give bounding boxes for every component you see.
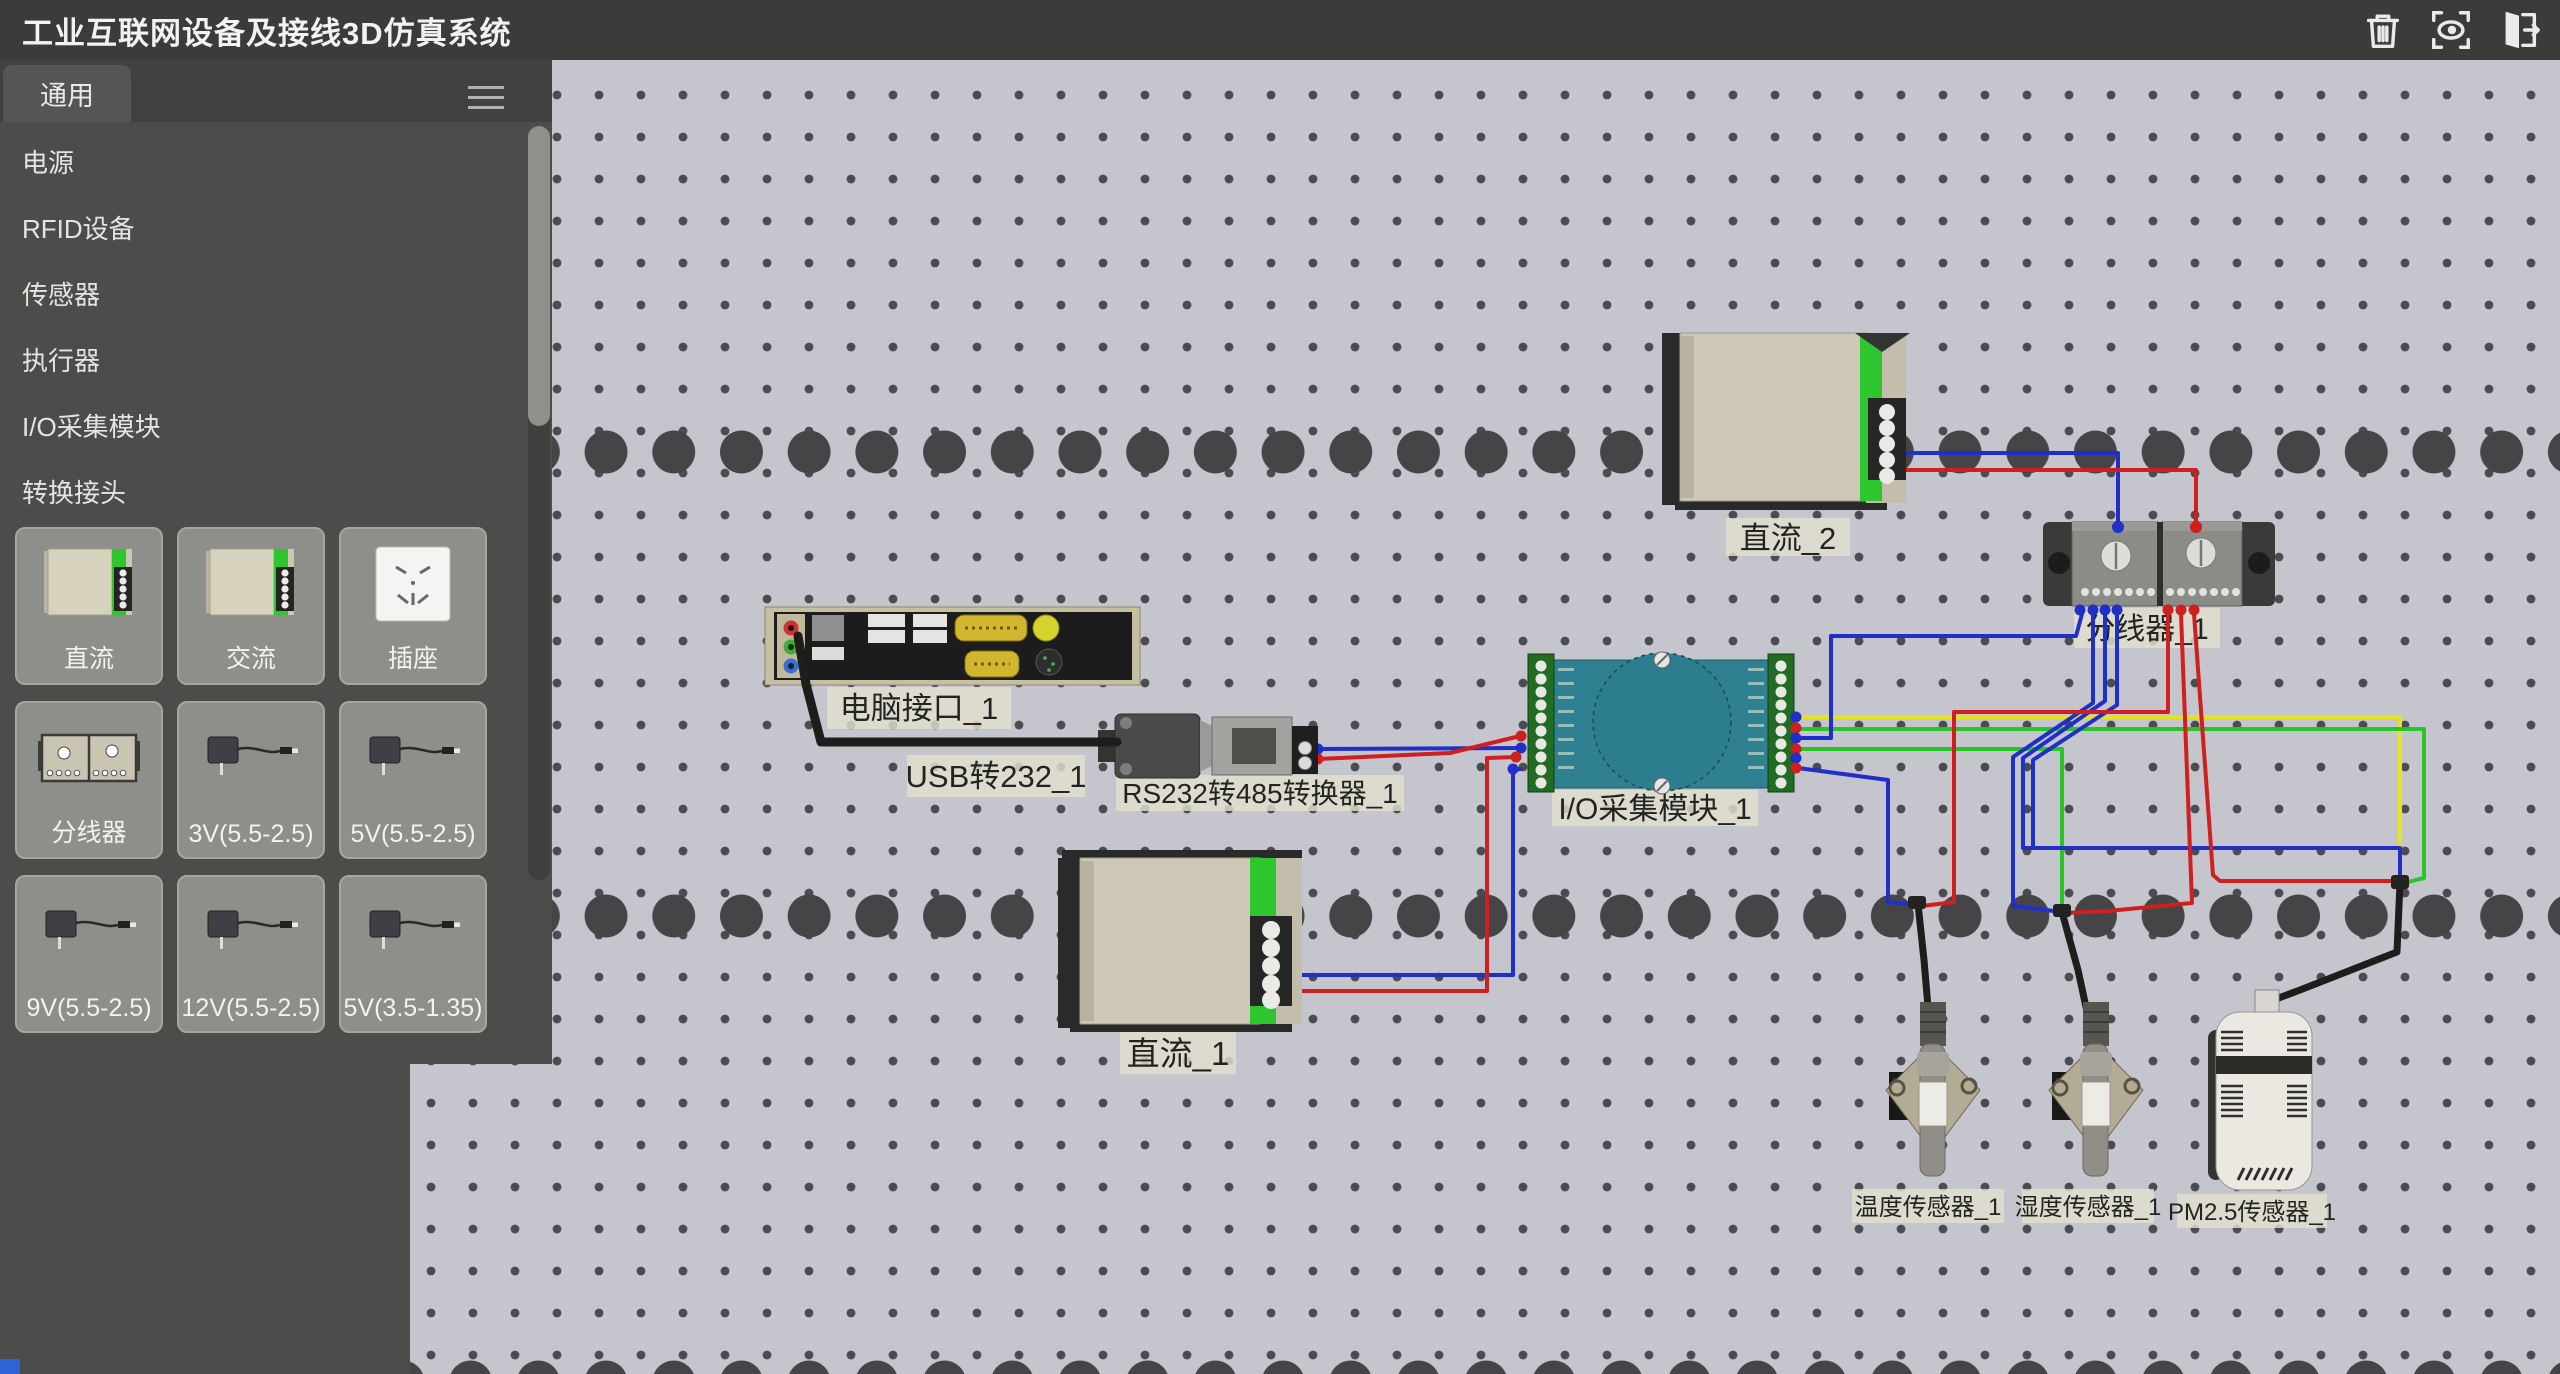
device-card-label: 5V(5.5-2.5) xyxy=(341,820,485,849)
device-card-label: 9V(5.5-2.5) xyxy=(17,994,161,1023)
menu-icon[interactable] xyxy=(468,86,504,116)
svg-text:湿度传感器_1: 湿度传感器_1 xyxy=(2015,1194,2162,1221)
scrollbar-track[interactable] xyxy=(528,126,550,880)
exit-icon[interactable] xyxy=(2496,7,2542,53)
svg-text:RS232转485转换器_1: RS232转485转换器_1 xyxy=(1122,778,1397,809)
tab-strip: 通用 xyxy=(0,60,552,122)
svg-text:USB转232_1: USB转232_1 xyxy=(906,759,1087,794)
sidebar-item-rfid[interactable]: RFID设备 xyxy=(0,196,552,262)
category-menu: 电源RFID设备传感器执行器I/O采集模块转换接头 xyxy=(0,122,552,526)
sidebar-item-io-module[interactable]: I/O采集模块 xyxy=(0,394,552,460)
device-card-splitter[interactable]: 分线器 xyxy=(15,701,163,859)
device-card-3v[interactable]: 3V(5.5-2.5) xyxy=(177,701,325,859)
svg-text:PM2.5传感器_1: PM2.5传感器_1 xyxy=(2168,1199,2336,1226)
svg-text:电脑接口_1: 电脑接口_1 xyxy=(840,691,998,726)
label-usb232: USB转232_1 xyxy=(906,755,1087,797)
device-io-module[interactable] xyxy=(1508,652,1802,794)
label-temp: 温度传感器_1 xyxy=(1852,1189,2004,1223)
adapter-icon xyxy=(358,715,468,801)
device-card-dc[interactable]: 直流 xyxy=(15,527,163,685)
device-pm25-sensor[interactable] xyxy=(2208,990,2312,1190)
label-pc: 电脑接口_1 xyxy=(827,687,1011,729)
device-card-5vs[interactable]: 5V(3.5-1.35) xyxy=(339,875,487,1033)
svg-text:直流_2: 直流_2 xyxy=(1740,521,1836,556)
adapter-icon xyxy=(196,889,306,975)
device-splitter[interactable] xyxy=(2043,521,2275,616)
device-card-label: 交流 xyxy=(179,639,323,675)
sidebar-item-sensor[interactable]: 传感器 xyxy=(0,262,552,328)
adapter-icon xyxy=(34,889,144,975)
label-rs232485: RS232转485转换器_1 xyxy=(1116,775,1404,811)
device-card-label: 插座 xyxy=(341,639,485,675)
label-humid: 湿度传感器_1 xyxy=(2015,1189,2162,1223)
socket-icon xyxy=(358,541,468,627)
sidebar-item-adapter[interactable]: 转换接头 xyxy=(0,460,552,526)
device-card-ac[interactable]: 交流 xyxy=(177,527,325,685)
svg-text:I/O采集模块_1: I/O采集模块_1 xyxy=(1558,793,1751,826)
device-card-label: 12V(5.5-2.5) xyxy=(179,994,323,1023)
device-card-label: 3V(5.5-2.5) xyxy=(179,820,323,849)
device-card-socket[interactable]: 插座 xyxy=(339,527,487,685)
bottom-left-marker xyxy=(0,1359,20,1374)
device-palette: 直流交流插座分线器 3V(5.5-2.5) 5V(5.5-2.5) 9V(5.5-2.… xyxy=(15,527,515,1033)
splitter-icon xyxy=(34,715,144,801)
sidebar-item-power[interactable]: 电源 xyxy=(0,130,552,196)
device-card-5v[interactable]: 5V(5.5-2.5) xyxy=(339,701,487,859)
label-dc1: 直流_1 xyxy=(1120,1032,1236,1074)
adapter-icon xyxy=(196,715,306,801)
svg-text:直流_1: 直流_1 xyxy=(1127,1035,1230,1072)
label-pm25: PM2.5传感器_1 xyxy=(2168,1194,2336,1228)
device-dc-power-1[interactable] xyxy=(1058,850,1302,1032)
title-bar: 工业互联网设备及接线3D仿真系统 xyxy=(0,0,2560,60)
label-dc2: 直流_2 xyxy=(1726,518,1850,556)
device-dc-power-2[interactable] xyxy=(1662,333,1910,510)
device-card-label: 分线器 xyxy=(17,813,161,849)
adapter-icon xyxy=(358,889,468,975)
wire-blue-rs485-io xyxy=(1318,748,1520,749)
psu-icon xyxy=(196,541,306,627)
label-iomodule: I/O采集模块_1 xyxy=(1552,790,1758,826)
device-card-12v[interactable]: 12V(5.5-2.5) xyxy=(177,875,325,1033)
trash-icon[interactable] xyxy=(2360,7,2406,53)
device-card-label: 5V(3.5-1.35) xyxy=(341,994,485,1023)
sidebar-panel: 通用 电源RFID设备传感器执行器I/O采集模块转换接头 直流交流插座分线器 3V… xyxy=(0,60,552,1064)
svg-text:温度传感器_1: 温度传感器_1 xyxy=(1855,1194,2002,1221)
tab-general[interactable]: 通用 xyxy=(3,65,131,122)
view-focus-icon[interactable] xyxy=(2428,7,2474,53)
psu-icon xyxy=(34,541,144,627)
device-card-label: 直流 xyxy=(17,639,161,675)
app-title: 工业互联网设备及接线3D仿真系统 xyxy=(22,8,512,53)
sidebar-item-actuator[interactable]: 执行器 xyxy=(0,328,552,394)
device-card-9v[interactable]: 9V(5.5-2.5) xyxy=(15,875,163,1033)
scrollbar-thumb[interactable] xyxy=(528,126,550,426)
device-pc-panel[interactable] xyxy=(765,607,1140,685)
